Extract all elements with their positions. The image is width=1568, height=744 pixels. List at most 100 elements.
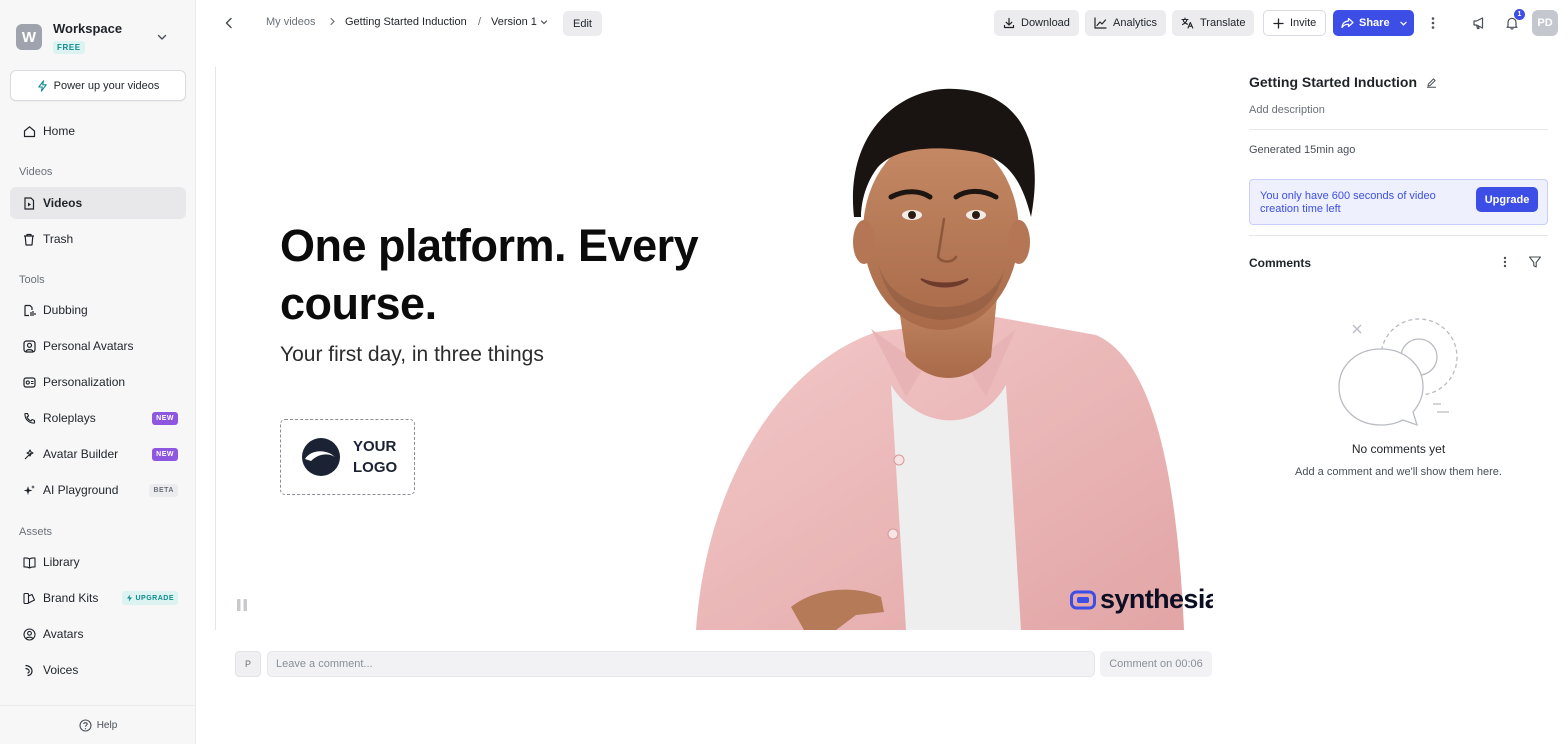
power-up-button[interactable]: Power up your videos [10, 70, 186, 101]
video-file-icon [22, 196, 36, 210]
share-button[interactable]: Share [1333, 10, 1414, 36]
bolt-icon [37, 79, 48, 92]
filter-icon[interactable] [1528, 255, 1542, 269]
sidebar-item-label: Home [43, 124, 76, 138]
comment-timestamp-button[interactable]: Comment on 00:06 [1100, 651, 1212, 677]
divider [1249, 235, 1548, 236]
more-vertical-icon[interactable] [1498, 255, 1512, 269]
avatar-builder-icon [22, 447, 36, 461]
logo-text-line-1: YOUR [353, 438, 397, 455]
trash-icon [22, 232, 36, 246]
breadcrumb-video-title[interactable]: Getting Started Induction [345, 16, 467, 28]
comments-heading: Comments [1249, 256, 1312, 270]
book-icon [22, 555, 36, 569]
sidebar-item-personal-avatars[interactable]: Personal Avatars [10, 330, 186, 362]
invite-button[interactable]: Invite [1263, 10, 1327, 36]
breadcrumb-my-videos[interactable]: My videos [266, 16, 316, 28]
workspace-name: Workspace [53, 20, 123, 36]
new-badge: NEW [152, 411, 178, 425]
version-label: Version 1 [491, 16, 537, 28]
user-square-icon [22, 339, 36, 353]
user-avatar[interactable]: PD [1532, 10, 1558, 36]
sparkles-icon [22, 483, 36, 497]
phone-icon [22, 411, 36, 425]
notification-count: 1 [1514, 9, 1525, 20]
sidebar-item-videos[interactable]: Videos [10, 187, 186, 219]
divider [1249, 129, 1548, 130]
sidebar-item-voices[interactable]: Voices [10, 654, 186, 686]
help-circle-icon [79, 718, 92, 732]
empty-state-subtitle: Add a comment and we'll show them here. [1295, 466, 1502, 478]
sidebar-item-trash[interactable]: Trash [10, 223, 186, 255]
analytics-label: Analytics [1113, 17, 1158, 29]
video-player[interactable]: One platform. Every course. Your first d… [215, 67, 1213, 630]
back-arrow-icon[interactable] [220, 14, 238, 32]
download-icon [1003, 17, 1015, 29]
sidebar-item-label: Personalization [43, 375, 126, 389]
chevron-down-icon[interactable] [156, 31, 168, 43]
video-title-text: Getting Started Induction [1249, 74, 1417, 90]
megaphone-icon[interactable] [1470, 14, 1488, 32]
translate-button[interactable]: Translate [1172, 10, 1255, 36]
section-heading-tools: Tools [19, 274, 45, 286]
pencil-icon[interactable] [1426, 77, 1437, 88]
sidebar-item-label: AI Playground [43, 483, 119, 497]
new-badge: NEW [152, 447, 178, 461]
sidebar-item-library[interactable]: Library [10, 546, 186, 578]
bolt-icon [127, 594, 133, 602]
sidebar-item-brand-kits[interactable]: Brand Kits UPGRADE [10, 582, 186, 614]
sidebar-item-ai-playground[interactable]: AI Playground BETA [10, 474, 186, 506]
brand-kit-icon [22, 591, 36, 605]
analytics-button[interactable]: Analytics [1085, 10, 1167, 36]
sidebar-item-avatar-builder[interactable]: Avatar Builder NEW [10, 438, 186, 470]
download-label: Download [1021, 17, 1070, 29]
sidebar-item-label: Voices [43, 663, 79, 677]
upgrade-badge[interactable]: UPGRADE [122, 591, 178, 605]
edit-button[interactable]: Edit [563, 11, 602, 36]
synthesia-logo-icon [1070, 590, 1096, 609]
sidebar-item-roleplays[interactable]: Roleplays NEW [10, 402, 186, 434]
upgrade-button[interactable]: Upgrade [1476, 187, 1538, 212]
translate-icon [1181, 17, 1194, 29]
sidebar-item-label: Library [43, 555, 80, 569]
personalization-icon [22, 375, 36, 389]
version-selector[interactable]: Version 1 [491, 16, 548, 28]
comment-input[interactable] [267, 651, 1095, 677]
synthesia-watermark: synthesia [1070, 584, 1213, 615]
video-headline: One platform. Every course. [280, 220, 699, 329]
sidebar-item-avatars[interactable]: Avatars [10, 618, 186, 650]
plan-badge: FREE [53, 40, 85, 54]
generated-time: Generated 15min ago [1249, 144, 1356, 156]
workspace-switcher[interactable]: W Workspace FREE [16, 20, 186, 54]
sidebar: W Workspace FREE Power up your videos Ho… [0, 0, 196, 744]
download-button[interactable]: Download [994, 10, 1079, 36]
pause-button[interactable] [224, 591, 260, 619]
sidebar-item-label: Trash [43, 232, 74, 246]
comment-user-avatar: P [235, 651, 261, 677]
chevron-down-icon[interactable] [1392, 10, 1414, 36]
sidebar-item-dubbing[interactable]: Dubbing [10, 294, 186, 326]
chevron-down-icon [540, 20, 547, 25]
section-heading-assets: Assets [19, 526, 53, 538]
sidebar-item-label: Videos [43, 196, 83, 210]
plus-icon [1273, 17, 1284, 29]
chart-line-icon [1094, 17, 1107, 29]
description-field[interactable]: Add description [1249, 104, 1325, 116]
help-button[interactable]: Help [0, 705, 196, 744]
sidebar-item-home[interactable]: Home [10, 115, 186, 147]
time-limit-alert: You only have 600 seconds of video creat… [1249, 179, 1548, 225]
section-heading-videos: Videos [19, 166, 53, 178]
empty-comments-illustration [1338, 318, 1458, 427]
sidebar-item-personalization[interactable]: Personalization [10, 366, 186, 398]
power-up-label: Power up your videos [53, 79, 160, 92]
sidebar-item-label: Personal Avatars [43, 339, 134, 353]
voice-icon [22, 663, 36, 677]
bell-icon[interactable]: 1 [1503, 9, 1525, 32]
sidebar-item-label: Avatar Builder [43, 447, 119, 461]
sidebar-item-label: Dubbing [43, 303, 88, 317]
logo-text-line-2: LOGO [353, 459, 398, 476]
video-subtitle: Your first day, in three things [280, 343, 544, 366]
top-bar: My videos Getting Started Induction / Ve… [196, 0, 1568, 46]
more-vertical-icon[interactable] [1424, 14, 1442, 32]
breadcrumb-separator: / [478, 16, 482, 28]
